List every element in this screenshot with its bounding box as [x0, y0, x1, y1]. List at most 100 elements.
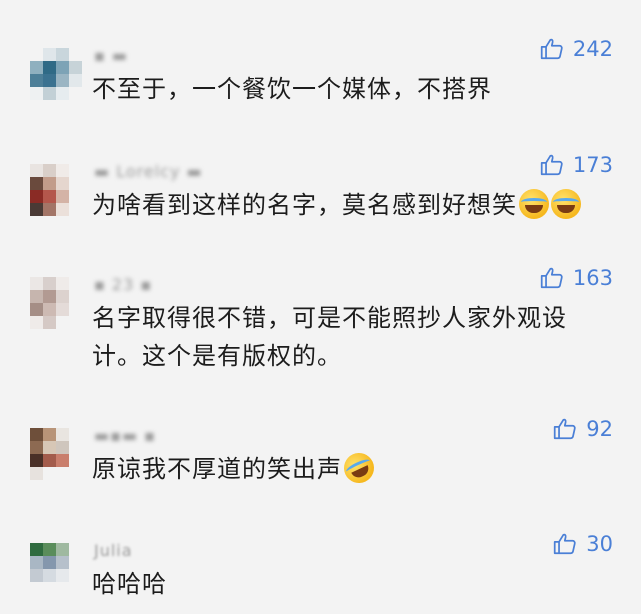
avatar-pixel: [69, 190, 82, 203]
avatar-pixel: [30, 316, 43, 329]
comment-text: 名字取得很不错，可是不能照抄人家外观设计。这个是有版权的。: [92, 299, 612, 375]
avatar-pixel: [56, 303, 69, 316]
like-button[interactable]: 30: [552, 531, 613, 557]
username[interactable]: ▬ Lorelcy ▬: [94, 162, 203, 181]
like-count: 163: [572, 266, 613, 290]
avatar-pixel: [69, 303, 82, 316]
avatar-pixel: [56, 454, 69, 467]
avatar-pixel: [43, 569, 56, 582]
avatar-pixel: [30, 177, 43, 190]
avatar-pixel: [43, 303, 56, 316]
avatar-pixel: [56, 428, 69, 441]
avatar-pixel: [69, 203, 82, 216]
avatar-pixel: [69, 87, 82, 100]
avatar-pixel: [56, 277, 69, 290]
avatar-pixel: [30, 454, 43, 467]
avatar-pixel: [43, 428, 56, 441]
avatar-pixel: [56, 87, 69, 100]
like-button[interactable]: 173: [539, 152, 613, 178]
avatar-pixel: [43, 316, 56, 329]
avatar-pixel: [69, 164, 82, 177]
avatar-pixel: [43, 164, 56, 177]
avatar-pixel: [30, 74, 43, 87]
avatar-pixel: [30, 164, 43, 177]
avatar-pixel: [69, 61, 82, 74]
avatar-pixel: [69, 74, 82, 87]
avatar-pixel: [56, 164, 69, 177]
avatar-pixel: [56, 61, 69, 74]
avatar-pixel: [69, 177, 82, 190]
avatar-pixel: [43, 290, 56, 303]
avatar-pixel: [69, 277, 82, 290]
thumbs-up-icon: [539, 265, 565, 291]
avatar-pixel: [43, 441, 56, 454]
avatar-pixel: [30, 87, 43, 100]
thumbs-up-icon: [552, 416, 578, 442]
like-button[interactable]: 242: [539, 36, 613, 62]
avatar-pixel: [56, 190, 69, 203]
avatar-pixel: [30, 569, 43, 582]
like-button[interactable]: 92: [552, 416, 613, 442]
comment-text: 原谅我不厚道的笑出声: [92, 448, 622, 488]
avatar-pixel: [30, 190, 43, 203]
avatar-pixel: [43, 203, 56, 216]
like-count: 30: [586, 532, 613, 556]
username[interactable]: ▪ ▬: [94, 46, 128, 65]
avatar-pixel: [56, 467, 69, 480]
comment-text: 哈哈哈: [92, 565, 622, 603]
thumbs-up-icon: [539, 36, 565, 62]
avatar[interactable]: [30, 428, 82, 480]
avatar-pixel: [56, 569, 69, 582]
comment-text: 不至于，一个餐饮一个媒体，不搭界: [92, 70, 622, 108]
avatar-pixel: [56, 316, 69, 329]
thumbs-up-icon: [552, 531, 578, 557]
avatar-pixel: [43, 556, 56, 569]
avatar-pixel: [69, 316, 82, 329]
username[interactable]: Julia: [94, 541, 133, 560]
avatar-pixel: [30, 556, 43, 569]
avatar-pixel: [30, 61, 43, 74]
comment-body: 为啥看到这样的名字，莫名感到好想笑: [92, 191, 517, 219]
like-button[interactable]: 163: [539, 265, 613, 291]
avatar-pixel: [43, 543, 56, 556]
like-count: 242: [572, 37, 613, 61]
avatar-pixel: [43, 190, 56, 203]
avatar-pixel: [69, 569, 82, 582]
avatar-pixel: [30, 543, 43, 556]
avatar-pixel: [56, 177, 69, 190]
avatar[interactable]: [30, 543, 82, 595]
avatar-pixel: [56, 74, 69, 87]
avatar-pixel: [69, 454, 82, 467]
comment-text: 为啥看到这样的名字，莫名感到好想笑: [92, 186, 622, 224]
comment-body: 哈哈哈: [92, 570, 167, 598]
face-with-tears-of-joy-emoji: [519, 189, 549, 219]
username[interactable]: ▪ 23 ▪: [94, 275, 152, 294]
avatar-pixel: [30, 277, 43, 290]
avatar-pixel: [43, 48, 56, 61]
thumbs-up-icon: [539, 152, 565, 178]
avatar-pixel: [30, 467, 43, 480]
like-count: 173: [572, 153, 613, 177]
avatar-pixel: [43, 454, 56, 467]
avatar-pixel: [69, 582, 82, 595]
face-with-tears-of-joy-emoji: [551, 189, 581, 219]
avatar-pixel: [69, 290, 82, 303]
avatar-pixel: [56, 556, 69, 569]
avatar-pixel: [30, 203, 43, 216]
avatar[interactable]: [30, 277, 82, 329]
avatar-pixel: [56, 290, 69, 303]
avatar[interactable]: [30, 48, 82, 100]
rolling-on-floor-laughing-emoji: [339, 448, 379, 488]
avatar-pixel: [43, 277, 56, 290]
avatar-pixel: [30, 290, 43, 303]
avatar-pixel: [69, 543, 82, 556]
avatar[interactable]: [30, 164, 82, 216]
comment-body: 原谅我不厚道的笑出声: [92, 455, 342, 483]
avatar-pixel: [30, 48, 43, 61]
avatar-pixel: [43, 177, 56, 190]
avatar-pixel: [43, 87, 56, 100]
username[interactable]: ▬▪▬ ▪: [94, 426, 156, 445]
avatar-pixel: [56, 582, 69, 595]
avatar-pixel: [43, 467, 56, 480]
avatar-pixel: [30, 428, 43, 441]
